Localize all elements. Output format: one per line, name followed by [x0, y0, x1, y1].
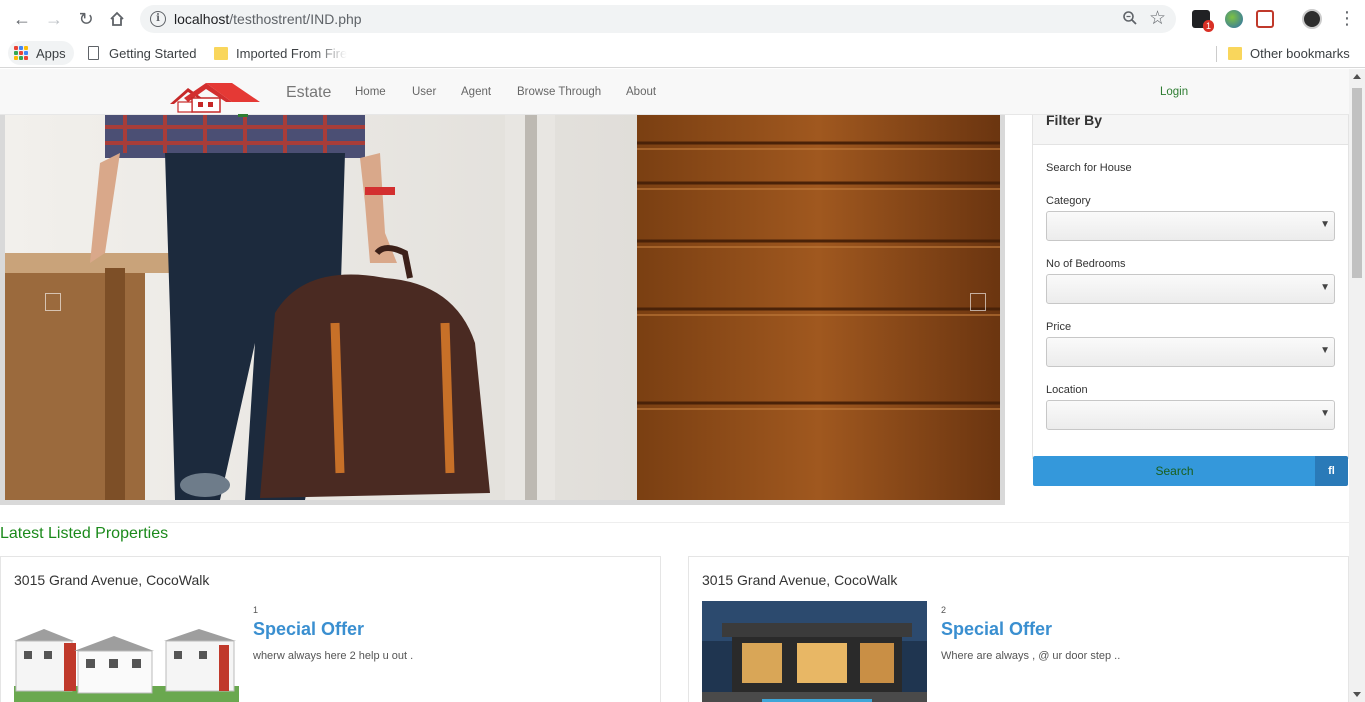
- bookmark-separator: [1216, 46, 1217, 62]
- browser-menu-icon[interactable]: ⋮: [1338, 8, 1356, 28]
- address-bar[interactable]: i localhost/testhostrent/IND.php ☆: [140, 5, 1176, 33]
- pdf-extension-icon[interactable]: [1256, 10, 1274, 28]
- bookmark-other[interactable]: Other bookmarks: [1228, 38, 1350, 68]
- page-scrollbar[interactable]: [1349, 69, 1365, 702]
- extension-badge: 1: [1203, 20, 1215, 32]
- nav-about[interactable]: About: [626, 86, 656, 98]
- chevron-down-icon: ▼: [1320, 408, 1330, 419]
- scroll-down-icon[interactable]: [1353, 692, 1361, 697]
- bookmark-getting-started[interactable]: Getting Started: [88, 38, 196, 68]
- location-select[interactable]: ▼: [1046, 400, 1335, 430]
- scroll-up-icon[interactable]: [1353, 74, 1361, 79]
- section-divider: [0, 522, 1349, 523]
- browser-toolbar: ← → ↻ i localhost/testhostrent/IND.php ☆…: [0, 0, 1365, 38]
- hero-carousel[interactable]: [0, 113, 1005, 505]
- property-description: Where are always , @ ur door step ..: [941, 650, 1121, 662]
- bookmarks-bar: Apps Getting Started Imported From Fire …: [0, 38, 1365, 68]
- scrollbar-thumb[interactable]: [1352, 88, 1362, 278]
- property-description: wherw always here 2 help u out .: [253, 650, 414, 662]
- apps-grid-icon: [14, 46, 28, 60]
- latest-properties-heading: Latest Listed Properties: [0, 525, 169, 542]
- category-select[interactable]: ▼: [1046, 211, 1335, 241]
- hero-image: [5, 113, 1000, 500]
- bookmark-star-icon[interactable]: ☆: [1149, 7, 1166, 30]
- bookmark-apps[interactable]: Apps: [8, 41, 74, 65]
- filter-subheading: Search for House: [1046, 162, 1132, 174]
- page-viewport: Estate Home User Agent Browse Through Ab…: [0, 69, 1349, 702]
- property-number: 2: [941, 605, 947, 615]
- chevron-down-icon: ▼: [1320, 345, 1330, 356]
- category-label: Category: [1046, 195, 1091, 207]
- bookmark-imported-folder[interactable]: Imported From Fire: [214, 38, 347, 68]
- back-icon[interactable]: ←: [12, 9, 32, 29]
- property-card[interactable]: 3015 Grand Avenue, CocoWalk 2 Special Of…: [688, 556, 1349, 702]
- site-logo[interactable]: [162, 80, 262, 120]
- price-label: Price: [1046, 321, 1072, 333]
- property-card[interactable]: 3015 Grand Avenue, CocoWalk 1 Special Of…: [0, 556, 661, 702]
- info-icon[interactable]: i: [150, 11, 166, 27]
- login-link[interactable]: Login: [1160, 86, 1188, 98]
- property-address: 3015 Grand Avenue, CocoWalk: [702, 572, 898, 588]
- folder-icon: [214, 46, 228, 60]
- bedrooms-select[interactable]: ▼: [1046, 274, 1335, 304]
- property-address: 3015 Grand Avenue, CocoWalk: [14, 572, 210, 588]
- property-image[interactable]: [702, 601, 927, 702]
- property-number: 1: [253, 605, 259, 615]
- carousel-next-control[interactable]: [970, 293, 986, 311]
- location-label: Location: [1046, 384, 1088, 396]
- nav-home[interactable]: Home: [355, 86, 386, 98]
- folder-icon: [1228, 46, 1242, 60]
- brand-name[interactable]: Estate: [286, 84, 331, 102]
- nav-browse-through[interactable]: Browse Through: [517, 86, 601, 98]
- url-text[interactable]: localhost/testhostrent/IND.php: [174, 11, 362, 27]
- chevron-down-icon: ▼: [1320, 282, 1330, 293]
- property-title[interactable]: Special Offer: [253, 619, 364, 640]
- profile-avatar[interactable]: [1302, 9, 1322, 29]
- page-icon: [88, 46, 99, 60]
- home-icon[interactable]: [107, 9, 127, 29]
- nav-user[interactable]: User: [412, 86, 436, 98]
- globe-extension-icon[interactable]: [1225, 10, 1243, 28]
- chevron-down-icon: ▼: [1320, 219, 1330, 230]
- forward-icon[interactable]: →: [44, 9, 64, 29]
- search-addon-button[interactable]: fl: [1315, 456, 1348, 486]
- bedrooms-label: No of Bedrooms: [1046, 258, 1126, 270]
- nav-agent[interactable]: Agent: [461, 86, 491, 98]
- reload-icon[interactable]: ↻: [76, 9, 96, 29]
- filter-panel: Filter By Search for House Category ▼ No…: [1032, 108, 1349, 459]
- property-title[interactable]: Special Offer: [941, 619, 1052, 640]
- price-select[interactable]: ▼: [1046, 337, 1335, 367]
- search-button[interactable]: Search: [1033, 456, 1316, 486]
- zoom-icon[interactable]: [1122, 10, 1138, 31]
- carousel-prev-control[interactable]: [45, 293, 61, 311]
- site-navbar: Estate Home User Agent Browse Through Ab…: [0, 69, 1349, 117]
- property-image[interactable]: [14, 601, 239, 702]
